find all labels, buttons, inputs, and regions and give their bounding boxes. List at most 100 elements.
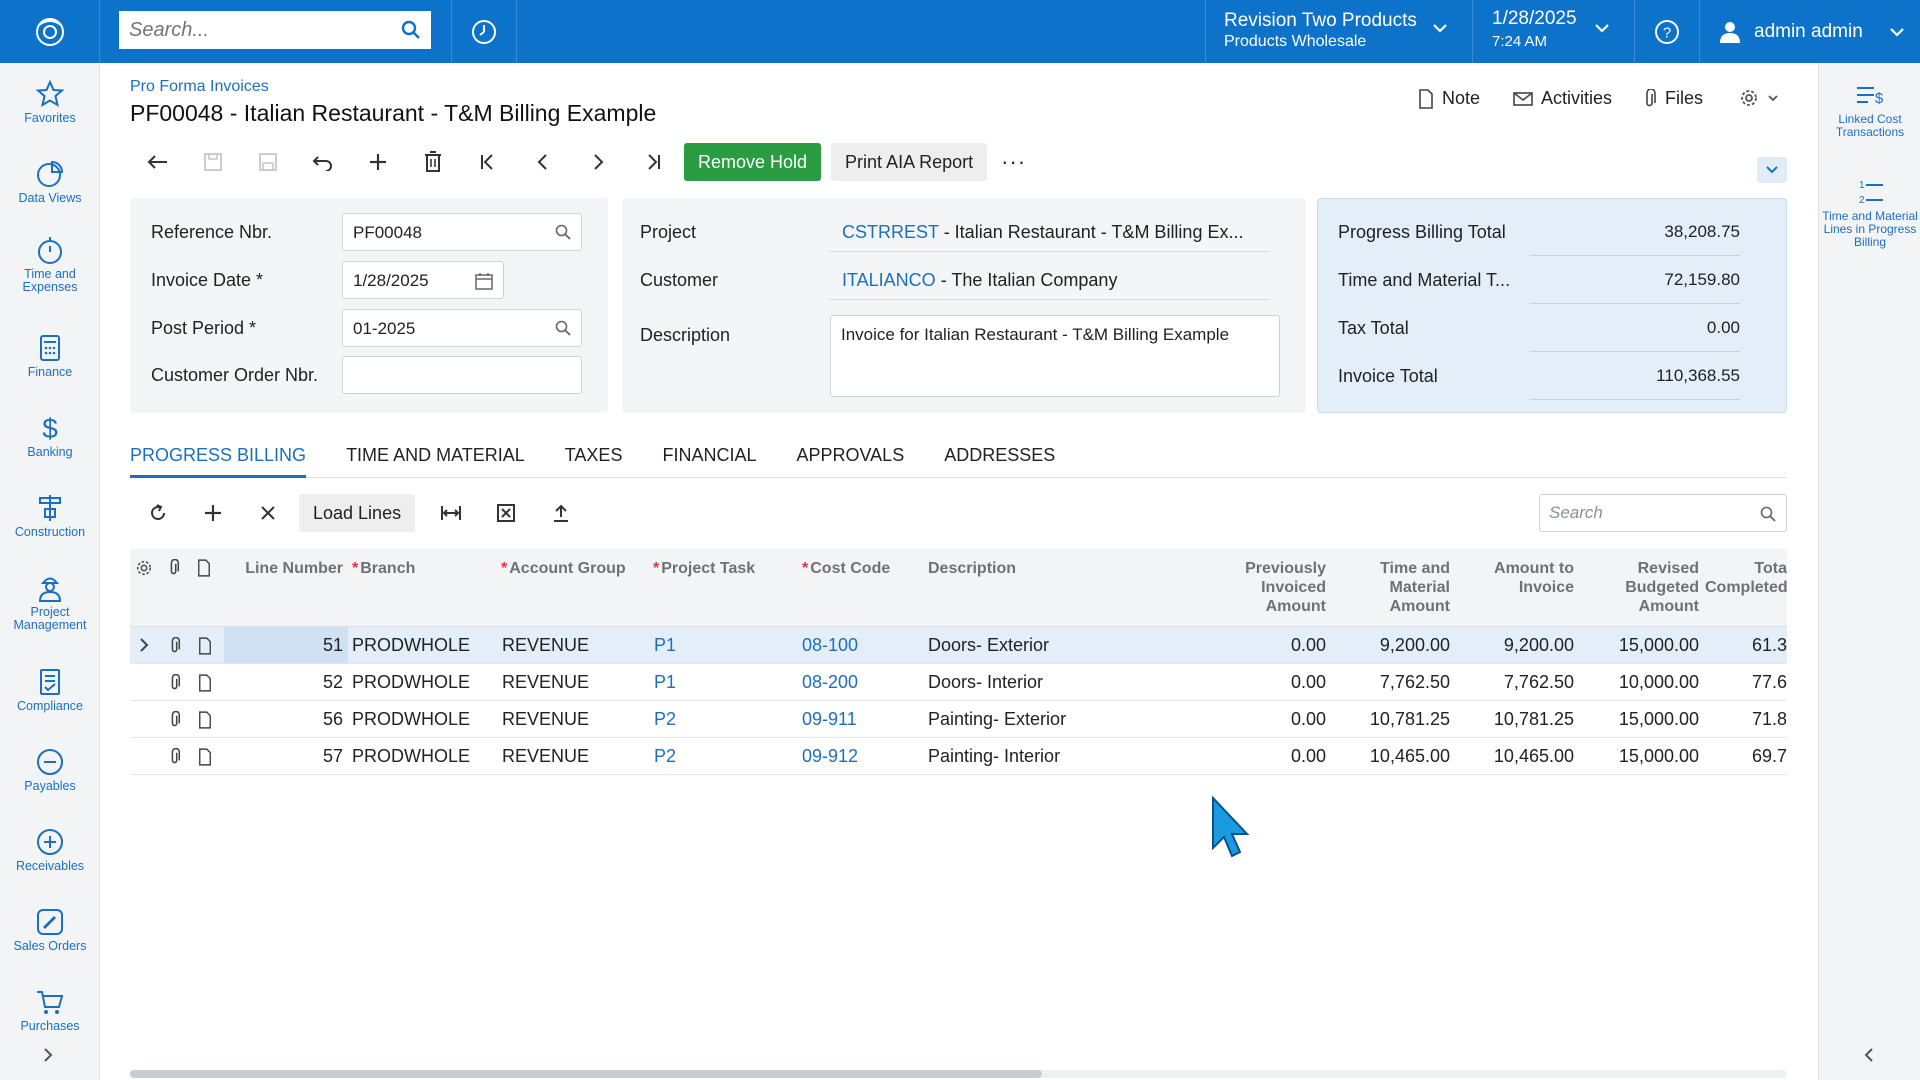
- cell-amount-to-invoice[interactable]: 10,781.25: [1450, 709, 1574, 730]
- note-icon[interactable]: [198, 637, 212, 655]
- add-button[interactable]: [350, 143, 405, 181]
- cell-line-number[interactable]: 51: [224, 635, 343, 656]
- cell-completed[interactable]: 61.33: [1752, 635, 1787, 656]
- previous-record-button[interactable]: [515, 143, 570, 181]
- search-icon[interactable]: [401, 20, 421, 40]
- cell-tm-amount[interactable]: 10,465.00: [1330, 746, 1450, 767]
- col-project-task[interactable]: * Project Task: [653, 559, 755, 578]
- post-period-field[interactable]: 01-2025: [342, 309, 582, 347]
- cell-prev-invoiced[interactable]: 0.00: [1190, 709, 1326, 730]
- user-menu[interactable]: admin admin: [1700, 0, 1920, 63]
- cell-amount-to-invoice[interactable]: 10,465.00: [1450, 746, 1574, 767]
- search-icon[interactable]: [555, 320, 571, 336]
- delete-row-button[interactable]: [240, 494, 295, 532]
- delete-button[interactable]: [405, 143, 460, 181]
- tab-financial[interactable]: FINANCIAL: [662, 440, 756, 478]
- paperclip-icon[interactable]: [169, 711, 181, 729]
- cell-description[interactable]: Painting- Exterior: [928, 709, 1066, 730]
- customer-link[interactable]: ITALIANCO: [842, 270, 936, 290]
- cell-description[interactable]: Painting- Interior: [928, 746, 1060, 767]
- cell-tm-amount[interactable]: 10,781.25: [1330, 709, 1450, 730]
- logo[interactable]: [0, 0, 100, 63]
- cell-project-task[interactable]: P1: [654, 672, 676, 693]
- export-excel-button[interactable]: [478, 494, 533, 532]
- nav-favorites[interactable]: Favorites: [0, 79, 100, 125]
- cell-account-group[interactable]: REVENUE: [502, 709, 589, 730]
- cell-branch[interactable]: PRODWHOLE: [352, 746, 470, 767]
- tab-taxes[interactable]: TAXES: [565, 440, 623, 478]
- cell-line-number[interactable]: 57: [224, 746, 343, 767]
- next-record-button[interactable]: [570, 143, 625, 181]
- first-record-button[interactable]: [460, 143, 515, 181]
- nav-banking[interactable]: $ Banking: [0, 413, 100, 459]
- cell-revised-budgeted[interactable]: 15,000.00: [1574, 635, 1699, 656]
- more-actions-button[interactable]: ···: [1001, 149, 1026, 175]
- cell-completed[interactable]: 77.62: [1752, 672, 1787, 693]
- cell-tm-amount[interactable]: 9,200.00: [1330, 635, 1450, 656]
- nav-compliance[interactable]: Compliance: [0, 667, 100, 713]
- note-icon[interactable]: [198, 748, 212, 766]
- cell-cost-code[interactable]: 09-912: [802, 746, 858, 767]
- business-date-selector[interactable]: 1/28/2025 7:24 AM: [1472, 0, 1634, 63]
- table-row[interactable]: 57 PRODWHOLE REVENUE P2 09-912 Painting-…: [130, 738, 1787, 775]
- col-branch[interactable]: * Branch: [352, 559, 415, 578]
- col-account-group[interactable]: * Account Group: [501, 559, 626, 578]
- nav-time-expenses[interactable]: Time and Expenses: [0, 235, 100, 294]
- cell-cost-code[interactable]: 08-100: [802, 635, 858, 656]
- search-icon[interactable]: [1760, 506, 1776, 522]
- scrollbar-thumb[interactable]: [130, 1070, 1042, 1078]
- col-completed[interactable]: Tota Completed (%: [1705, 559, 1787, 597]
- undo-button[interactable]: [295, 143, 350, 181]
- project-link[interactable]: CSTRREST: [842, 222, 939, 242]
- cell-branch[interactable]: PRODWHOLE: [352, 672, 470, 693]
- breadcrumb[interactable]: Pro Forma Invoices: [130, 78, 269, 96]
- cell-revised-budgeted[interactable]: 15,000.00: [1574, 709, 1699, 730]
- col-line-number[interactable]: Line Number: [224, 559, 343, 578]
- cell-description[interactable]: Doors- Interior: [928, 672, 1043, 693]
- save-close-button[interactable]: [185, 143, 240, 181]
- cell-account-group[interactable]: REVENUE: [502, 672, 589, 693]
- refresh-button[interactable]: [130, 494, 185, 532]
- description-field[interactable]: Invoice for Italian Restaurant - T&M Bil…: [830, 315, 1280, 397]
- col-revised-budgeted[interactable]: Revised Budgeted Amount: [1574, 559, 1699, 616]
- cell-prev-invoiced[interactable]: 0.00: [1190, 672, 1326, 693]
- nav-construction[interactable]: Construction: [0, 493, 100, 539]
- table-row[interactable]: 51 PRODWHOLE REVENUE P1 08-100 Doors- Ex…: [130, 627, 1787, 664]
- nav-receivables[interactable]: Receivables: [0, 827, 100, 873]
- cell-amount-to-invoice[interactable]: 7,762.50: [1450, 672, 1574, 693]
- calendar-icon[interactable]: [475, 272, 493, 290]
- cell-line-number[interactable]: 52: [224, 672, 343, 693]
- nav-data-views[interactable]: Data Views: [0, 159, 100, 205]
- chevron-left-icon[interactable]: [1863, 1047, 1875, 1063]
- cell-account-group[interactable]: REVENUE: [502, 746, 589, 767]
- cell-cost-code[interactable]: 09-911: [802, 709, 857, 730]
- load-lines-button[interactable]: Load Lines: [299, 494, 416, 532]
- cell-branch[interactable]: PRODWHOLE: [352, 635, 470, 656]
- files-button[interactable]: Files: [1643, 88, 1703, 109]
- cell-revised-budgeted[interactable]: 15,000.00: [1574, 746, 1699, 767]
- note-icon[interactable]: [198, 674, 212, 692]
- col-cost-code[interactable]: * Cost Code: [802, 559, 890, 578]
- fit-columns-button[interactable]: [423, 494, 478, 532]
- linked-cost-transactions-link[interactable]: $ Linked Cost Transactions: [1819, 83, 1920, 139]
- tab-addresses[interactable]: ADDRESSES: [944, 440, 1055, 478]
- help-button[interactable]: ?: [1634, 0, 1700, 63]
- chevron-right-icon[interactable]: [42, 1047, 54, 1063]
- cell-account-group[interactable]: REVENUE: [502, 635, 589, 656]
- cell-revised-budgeted[interactable]: 10,000.00: [1574, 672, 1699, 693]
- invoice-date-field[interactable]: 1/28/2025: [342, 261, 504, 299]
- cell-project-task[interactable]: P1: [654, 635, 676, 656]
- nav-purchases[interactable]: Purchases: [0, 987, 100, 1033]
- table-row[interactable]: 52 PRODWHOLE REVENUE P1 08-200 Doors- In…: [130, 664, 1787, 701]
- nav-finance[interactable]: Finance: [0, 333, 100, 379]
- horizontal-scrollbar[interactable]: [130, 1070, 1787, 1078]
- search-icon[interactable]: [555, 224, 571, 240]
- save-button[interactable]: [240, 143, 295, 181]
- col-amount-to-invoice[interactable]: Amount to Invoice: [1450, 559, 1574, 597]
- cell-prev-invoiced[interactable]: 0.00: [1190, 635, 1326, 656]
- add-row-button[interactable]: [185, 494, 240, 532]
- tab-approvals[interactable]: APPROVALS: [796, 440, 904, 478]
- recent-history-button[interactable]: [451, 0, 517, 63]
- note-button[interactable]: Note: [1418, 88, 1480, 109]
- cell-prev-invoiced[interactable]: 0.00: [1190, 746, 1326, 767]
